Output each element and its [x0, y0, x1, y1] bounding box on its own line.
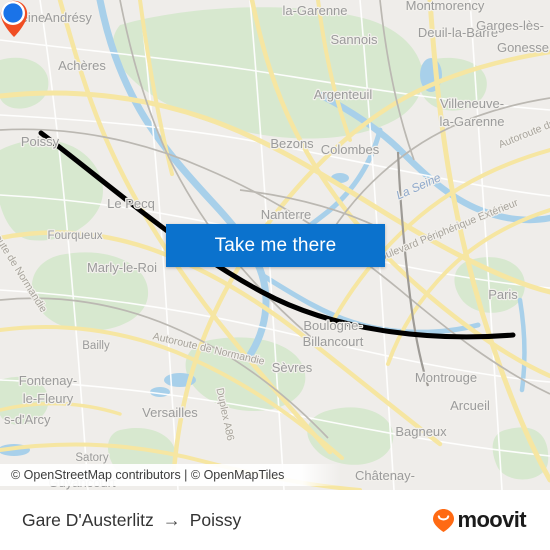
- route-origin-label: Gare D'Austerlitz: [22, 509, 154, 530]
- map-label: la-Garenne: [282, 3, 347, 18]
- map-label: Satory: [75, 452, 108, 464]
- destination-marker-dot-icon[interactable]: [0, 0, 26, 26]
- map-label: le-Fleury: [23, 391, 74, 406]
- map-label: Arcueil: [450, 398, 490, 413]
- map-attribution-text[interactable]: © OpenStreetMap contributors | © OpenMap…: [0, 468, 284, 482]
- map-label: Nanterre: [261, 207, 312, 222]
- map-canvas[interactable]: la-Garenne Montmorency Seine Andrésy Sannois…: [0, 0, 550, 490]
- map-label: Bagneux: [395, 424, 447, 439]
- map-label: Poissy: [21, 134, 60, 149]
- map-label: Boulogne-: [303, 318, 362, 333]
- map-label: Le Pecq: [107, 196, 155, 211]
- arrow-right-icon: →: [162, 510, 181, 530]
- map-label: Versailles: [142, 405, 198, 420]
- take-me-there-label: Take me there: [214, 234, 337, 256]
- map-label: Montmorency: [406, 0, 485, 13]
- route-summary: Gare D'Austerlitz → Poissy: [22, 510, 241, 531]
- route-destination-label: Poissy: [189, 509, 242, 530]
- moovit-pin-smile-icon: [433, 508, 455, 532]
- map-label: Garges-lès-: [476, 18, 544, 33]
- map-label: Billancourt: [303, 334, 364, 349]
- moovit-logo[interactable]: moovit: [432, 507, 527, 533]
- map-label: Colombes: [321, 142, 380, 157]
- map-label: Argenteuil: [314, 87, 373, 102]
- map-label: Achères: [58, 58, 106, 73]
- map-attribution: © OpenStreetMap contributors | © OpenMap…: [0, 464, 550, 486]
- map-label: Sèvres: [272, 360, 313, 375]
- map-label: Marly-le-Roi: [87, 260, 157, 275]
- map-label: Fourqueux: [48, 230, 103, 242]
- map-label: Bezons: [270, 136, 314, 151]
- map-label: Sannois: [331, 32, 378, 47]
- moovit-route-screen: la-Garenne Montmorency Seine Andrésy Sannois…: [0, 0, 550, 550]
- map-label: Andrésy: [44, 10, 92, 25]
- map-label: Fontenay-: [19, 373, 78, 388]
- map-label: Villeneuve-: [440, 96, 504, 111]
- footer-bar: Gare D'Austerlitz → Poissy moovit: [0, 490, 550, 550]
- moovit-wordmark: moovit: [457, 507, 526, 532]
- map-label: la-Garenne: [439, 114, 504, 129]
- map-label: Paris: [488, 287, 518, 302]
- map-label: Gonesse: [497, 40, 549, 55]
- map-label: s-d'Arcy: [4, 412, 51, 427]
- map-label: Montrouge: [415, 370, 477, 385]
- take-me-there-button[interactable]: Take me there: [166, 224, 385, 267]
- map-label: Bailly: [82, 340, 110, 352]
